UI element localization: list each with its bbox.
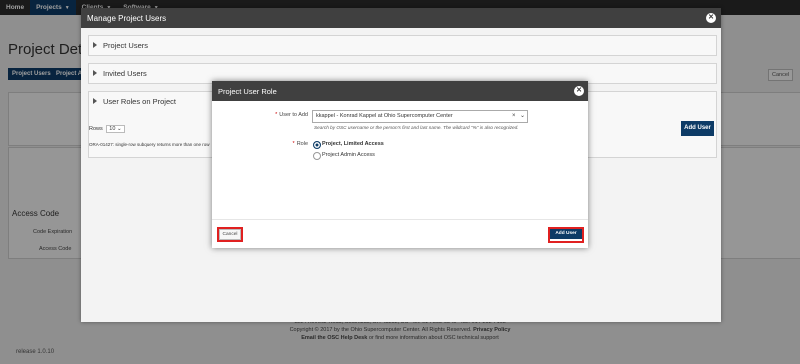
dialog-header: Manage Project Users ✕ xyxy=(81,8,721,28)
radio-limited-access-label[interactable]: Project, Limited Access xyxy=(322,141,384,147)
role-label-text: Role xyxy=(296,141,308,147)
add-user-button[interactable]: Add User xyxy=(681,121,714,136)
user-to-add-label: * User to Add xyxy=(264,112,308,118)
dialog-title: Project User Role xyxy=(218,87,277,96)
dialog-footer-divider xyxy=(212,219,588,220)
expand-icon xyxy=(93,70,97,76)
dialog-title: Manage Project Users xyxy=(87,14,167,23)
user-to-add-value: kkappel - Konrad Kappel at Ohio Supercom… xyxy=(316,113,453,119)
role-label: * Role xyxy=(264,141,308,147)
region-label: Project Users xyxy=(103,41,149,50)
project-user-role-dialog: Project User Role ✕ * User to Add kkappel… xyxy=(212,81,588,248)
region-label: User Roles on Project xyxy=(103,97,176,106)
rows-value: 10 xyxy=(109,126,116,132)
clear-icon[interactable]: × xyxy=(512,113,516,119)
user-to-add-select[interactable]: kkappel - Konrad Kappel at Ohio Supercom… xyxy=(312,110,528,123)
rows-label: Rows xyxy=(89,126,103,132)
required-icon: * xyxy=(275,112,278,118)
user-to-add-label-text: User to Add xyxy=(279,112,308,118)
cancel-highlight xyxy=(217,227,243,242)
region-label: Invited Users xyxy=(103,69,147,78)
required-icon: * xyxy=(292,141,295,147)
user-search-hint: Search by OSC username or the person's f… xyxy=(314,125,519,130)
close-icon[interactable]: ✕ xyxy=(706,13,716,23)
radio-limited-access[interactable] xyxy=(313,141,321,149)
error-message: ORA-01427: single-row subquery returns m… xyxy=(89,142,210,147)
add-user-highlight xyxy=(548,227,584,243)
expand-icon xyxy=(93,42,97,48)
rows-control: Rows 10 ⌄ xyxy=(89,125,125,133)
expand-icon[interactable] xyxy=(93,98,97,104)
radio-admin-access[interactable] xyxy=(313,152,321,160)
chevron-down-icon: ⌄ xyxy=(116,126,122,132)
chevron-down-icon[interactable]: ⌄ xyxy=(520,112,525,119)
region-project-users[interactable]: Project Users xyxy=(88,35,717,56)
radio-admin-access-label[interactable]: Project Admin Access xyxy=(322,152,375,158)
rows-select[interactable]: 10 ⌄ xyxy=(106,125,125,133)
dialog-header: Project User Role ✕ xyxy=(212,81,588,101)
close-icon[interactable]: ✕ xyxy=(574,86,584,96)
